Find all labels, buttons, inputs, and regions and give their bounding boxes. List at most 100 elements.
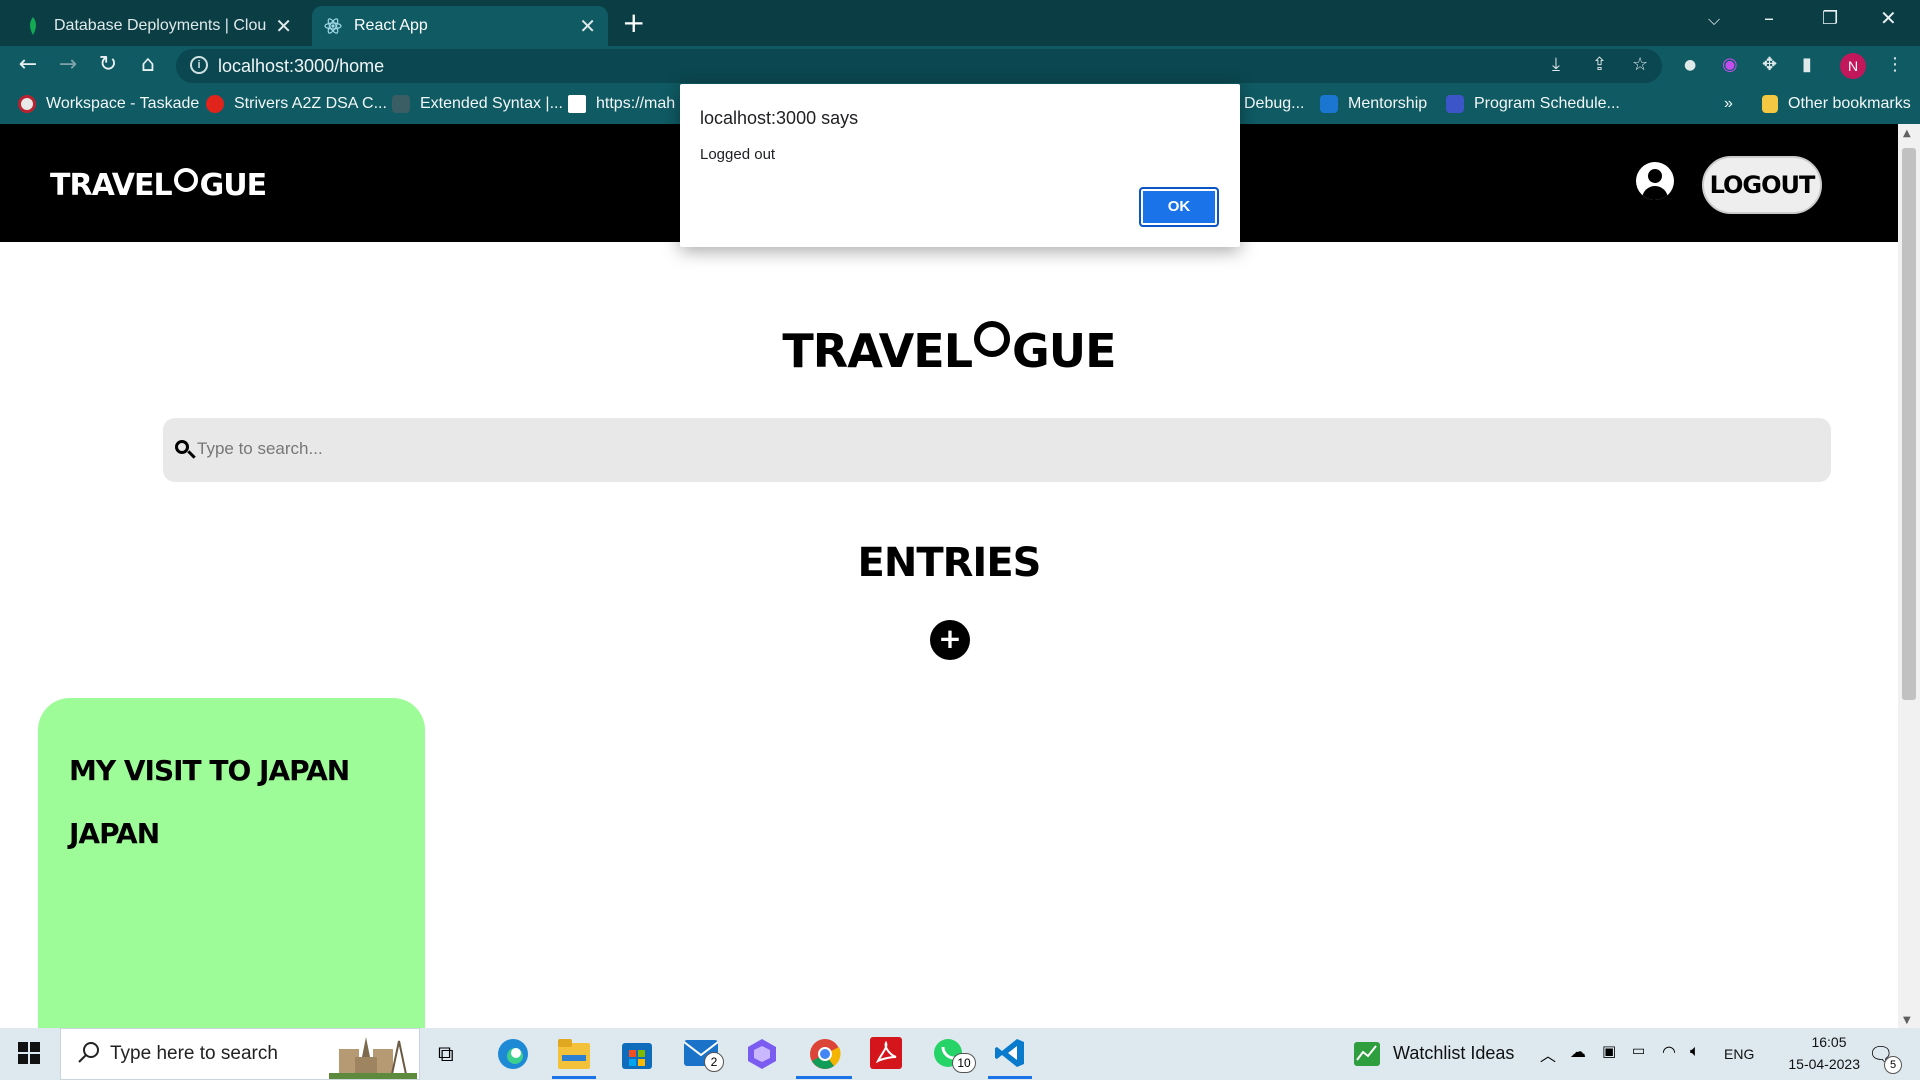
- task-view-icon[interactable]: ⧉: [438, 1042, 454, 1067]
- brand-text-left: TRAVEL: [50, 168, 173, 203]
- page-viewport: TRAVEL GUE LOGOUT TRAVEL GUE ENTRIES + M…: [0, 124, 1920, 1028]
- side-panel-icon[interactable]: ▮: [1802, 54, 1812, 75]
- dialog-title: localhost:3000 says: [700, 108, 859, 128]
- extensions-puzzle-icon[interactable]: ✥: [1762, 54, 1777, 75]
- overflow-chevron-icon: »: [1724, 95, 1733, 112]
- mentorship-icon: [1320, 95, 1338, 113]
- search-highlight-cathedral-icon: [329, 1033, 417, 1080]
- search-bar: [163, 418, 1831, 482]
- copilot-hexagon-icon[interactable]: [746, 1038, 778, 1074]
- site-info-icon[interactable]: i: [190, 56, 208, 74]
- new-tab-button[interactable]: +: [622, 6, 645, 39]
- globe-search-icon: [974, 321, 1011, 357]
- bookmark-strivers[interactable]: Strivers A2Z DSA C...: [206, 95, 387, 113]
- edge-browser-icon[interactable]: [496, 1037, 530, 1075]
- close-tab-icon[interactable]: ✕: [579, 14, 596, 39]
- volume-icon[interactable]: 🔈︎: [1690, 1041, 1700, 1061]
- bookmark-label: https://mah: [596, 95, 676, 112]
- tab-title: React App: [354, 17, 428, 34]
- scroll-up-arrow-icon[interactable]: ▲: [1903, 128, 1911, 139]
- onedrive-cloud-icon[interactable]: ☁: [1570, 1042, 1586, 1061]
- reload-icon[interactable]: ↻: [94, 52, 122, 77]
- back-arrow-icon[interactable]: ←: [14, 52, 42, 77]
- pdf-reader-icon[interactable]: [870, 1037, 902, 1073]
- taskbar-search-placeholder: Type here to search: [110, 1043, 278, 1064]
- address-bar[interactable]: i localhost:3000/home: [176, 49, 1662, 83]
- bookmark-workspace-taskade[interactable]: Workspace - Taskade: [18, 95, 199, 113]
- logout-button[interactable]: LOGOUT: [1702, 156, 1822, 214]
- file-explorer-icon[interactable]: [558, 1039, 590, 1073]
- watchlist-widget-icon[interactable]: [1354, 1042, 1380, 1070]
- user-head-shape: [1648, 169, 1662, 183]
- vscode-icon[interactable]: [994, 1037, 1026, 1073]
- restore-icon[interactable]: ❐: [1822, 8, 1838, 29]
- url-text: localhost:3000/home: [218, 56, 385, 76]
- other-bookmarks[interactable]: Other bookmarks: [1762, 95, 1911, 113]
- user-account-icon[interactable]: [1636, 162, 1674, 200]
- page-logo: TRAVEL GUE: [0, 321, 1898, 378]
- bookmark-label: Strivers A2Z DSA C...: [234, 95, 387, 112]
- bookmark-label: Extended Syntax |...: [420, 95, 563, 112]
- bookmark-program-schedule[interactable]: Program Schedule...: [1446, 95, 1620, 113]
- scrollbar-thumb[interactable]: [1902, 148, 1916, 700]
- bookmark-debug[interactable]: Debug...: [1244, 95, 1304, 113]
- bookmark-extended-syntax[interactable]: Extended Syntax |...: [392, 95, 563, 113]
- globe-search-icon: [173, 167, 198, 192]
- taskbar-search-box[interactable]: Type here to search: [60, 1028, 420, 1080]
- scroll-down-arrow-icon[interactable]: ▼: [1903, 1015, 1911, 1026]
- search-input[interactable]: [197, 434, 1797, 464]
- entries-heading: ENTRIES: [857, 540, 1042, 586]
- bookmark-label: Other bookmarks: [1788, 95, 1911, 112]
- battery-icon[interactable]: ▭: [1632, 1043, 1645, 1059]
- bookmark-mentorship[interactable]: Mentorship: [1320, 95, 1427, 113]
- menu-kebab-icon[interactable]: ⋮: [1886, 54, 1904, 75]
- entry-card[interactable]: MY VISIT TO JAPAN JAPAN: [38, 698, 425, 1028]
- tab-react-app[interactable]: React App ✕: [312, 6, 608, 46]
- tab-search-chevron-icon[interactable]: ⌵: [1708, 10, 1720, 30]
- language-indicator[interactable]: ENG: [1724, 1046, 1754, 1062]
- mongodb-leaf-icon: [24, 17, 42, 35]
- close-tab-icon[interactable]: ✕: [275, 14, 292, 39]
- entry-location: JAPAN: [69, 817, 160, 850]
- watchlist-widget-label[interactable]: Watchlist Ideas: [1393, 1043, 1514, 1064]
- microsoft-store-icon[interactable]: [622, 1039, 652, 1073]
- add-entry-button[interactable]: +: [930, 620, 970, 660]
- program-icon: [1446, 95, 1464, 113]
- bookmark-star-icon[interactable]: ☆: [1632, 54, 1648, 75]
- bookmark-https-mah[interactable]: https://mah: [568, 95, 675, 113]
- chrome-icon[interactable]: [808, 1037, 842, 1075]
- entry-title: MY VISIT TO JAPAN: [69, 754, 350, 787]
- bookmarks-overflow-button[interactable]: »: [1724, 95, 1733, 113]
- markdown-icon: [392, 95, 410, 113]
- profile-avatar[interactable]: N: [1840, 53, 1866, 79]
- bookmark-label: Debug...: [1244, 95, 1305, 112]
- bookmark-label: Mentorship: [1348, 95, 1428, 112]
- tray-chevron-up-icon[interactable]: ︿: [1540, 1042, 1556, 1066]
- minimize-icon[interactable]: –: [1764, 6, 1774, 30]
- active-app-indicator: [988, 1076, 1032, 1079]
- extension-icon[interactable]: ●: [1684, 57, 1696, 73]
- meet-now-icon[interactable]: ▣: [1602, 1042, 1616, 1060]
- clock-time[interactable]: 16:05: [1788, 1034, 1870, 1050]
- home-icon[interactable]: ⌂: [134, 52, 162, 77]
- install-app-icon[interactable]: ⤓: [1552, 54, 1560, 75]
- ok-button[interactable]: OK: [1139, 187, 1219, 227]
- tab-database-deployments[interactable]: Database Deployments | Cloud: M ✕: [12, 6, 304, 46]
- tuf-icon: [206, 95, 224, 113]
- brand-logo[interactable]: TRAVEL GUE: [50, 167, 267, 203]
- forward-arrow-icon[interactable]: →: [54, 52, 82, 77]
- extension-icon[interactable]: ◉: [1722, 54, 1738, 75]
- clock-date[interactable]: 15-04-2023: [1768, 1056, 1860, 1072]
- notification-badge: 5: [1884, 1056, 1902, 1074]
- bookmark-label: Program Schedule...: [1474, 95, 1620, 112]
- wifi-icon[interactable]: ◠: [1662, 1042, 1676, 1061]
- search-icon: [77, 1041, 101, 1069]
- windows-start-icon[interactable]: [18, 1042, 40, 1068]
- share-icon[interactable]: ⇪: [1592, 54, 1607, 75]
- page-scrollbar[interactable]: ▲ ▼: [1898, 124, 1920, 1028]
- search-icon: [173, 438, 197, 462]
- mail-badge: 2: [704, 1052, 724, 1072]
- active-app-indicator: [552, 1076, 596, 1079]
- page-icon: [568, 95, 586, 113]
- close-window-icon[interactable]: ✕: [1880, 6, 1897, 30]
